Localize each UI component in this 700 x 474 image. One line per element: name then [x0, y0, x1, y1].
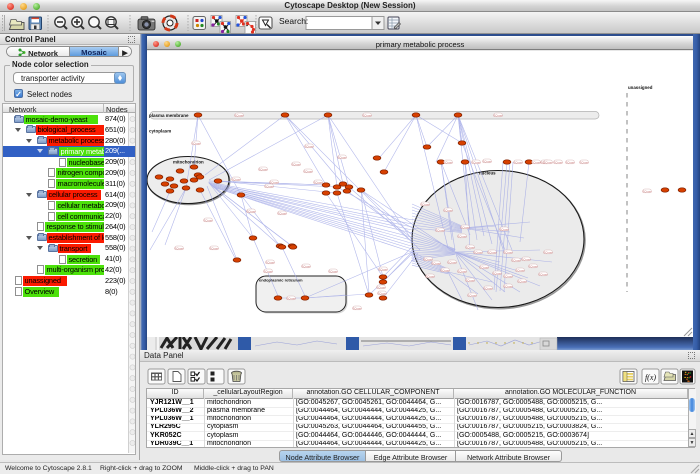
svg-text:f(x): f(x)	[645, 373, 656, 382]
